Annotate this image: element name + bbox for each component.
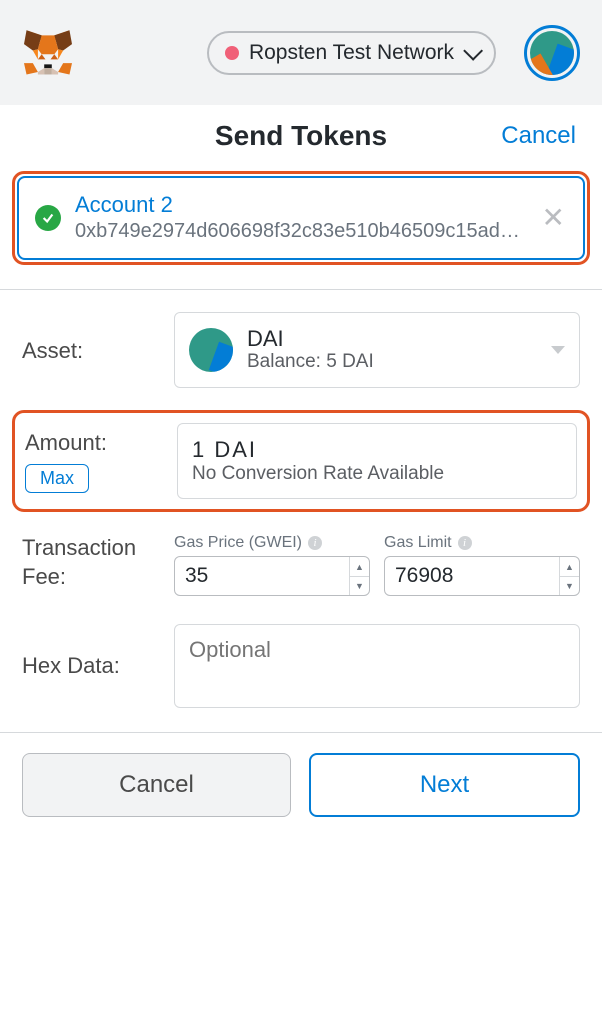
network-selector[interactable]: Ropsten Test Network (207, 31, 496, 75)
amount-value: 1 DAI (192, 437, 562, 463)
recipient-address: 0xb749e2974d606698f32c83e510b46509c15add… (75, 218, 524, 244)
top-header: Ropsten Test Network (0, 0, 602, 105)
gas-limit-input[interactable]: 76908 ▲ ▼ (384, 556, 580, 596)
next-button[interactable]: Next (309, 753, 580, 817)
fee-label: Transaction Fee: (22, 534, 174, 596)
stepper-down-icon[interactable]: ▼ (560, 577, 579, 596)
send-form: Asset: DAI Balance: 5 DAI Amount: Max 1 … (0, 290, 602, 708)
chevron-down-icon (463, 40, 483, 60)
stepper-down-icon[interactable]: ▼ (350, 577, 369, 596)
gas-price-value: 35 (175, 557, 349, 595)
account-avatar-button[interactable] (524, 25, 580, 81)
gas-limit-label: Gas Limit (384, 534, 452, 552)
fee-row: Transaction Fee: Gas Price (GWEI) i 35 ▲… (22, 534, 580, 596)
token-icon (189, 328, 233, 372)
asset-label: Asset: (22, 337, 174, 365)
caret-down-icon (551, 346, 565, 354)
cancel-button[interactable]: Cancel (22, 753, 291, 817)
gas-limit-field: Gas Limit i 76908 ▲ ▼ (384, 534, 580, 596)
gas-limit-value: 76908 (385, 557, 559, 595)
identicon (530, 31, 574, 75)
hex-row: Hex Data: (22, 624, 580, 708)
network-status-dot (225, 46, 239, 60)
stepper-up-icon[interactable]: ▲ (560, 557, 579, 577)
asset-symbol: DAI (247, 327, 374, 351)
recipient-name: Account 2 (75, 192, 524, 218)
amount-input[interactable]: 1 DAI No Conversion Rate Available (177, 423, 577, 499)
asset-row: Asset: DAI Balance: 5 DAI (22, 312, 580, 388)
amount-label: Amount: (25, 430, 177, 456)
amount-highlight: Amount: Max 1 DAI No Conversion Rate Ava… (12, 410, 590, 512)
max-button[interactable]: Max (25, 464, 89, 493)
close-icon[interactable]: ✕ (538, 200, 569, 236)
hex-input[interactable] (174, 624, 580, 708)
gas-price-label: Gas Price (GWEI) (174, 534, 302, 552)
stepper-up-icon[interactable]: ▲ (350, 557, 369, 577)
footer: Cancel Next (0, 732, 602, 837)
check-icon (35, 205, 61, 231)
info-icon[interactable]: i (458, 536, 472, 550)
recipient-highlight: Account 2 0xb749e2974d606698f32c83e510b4… (12, 171, 590, 265)
header-cancel-link[interactable]: Cancel (501, 122, 576, 150)
amount-conversion: No Conversion Rate Available (192, 463, 562, 485)
info-icon[interactable]: i (308, 536, 322, 550)
hex-label: Hex Data: (22, 653, 174, 679)
gas-price-field: Gas Price (GWEI) i 35 ▲ ▼ (174, 534, 370, 596)
recipient-card: Account 2 0xb749e2974d606698f32c83e510b4… (17, 176, 585, 260)
gas-price-input[interactable]: 35 ▲ ▼ (174, 556, 370, 596)
metamask-logo (22, 29, 74, 77)
page-title-row: Send Tokens Cancel (0, 105, 602, 167)
network-label: Ropsten Test Network (249, 41, 454, 65)
asset-picker[interactable]: DAI Balance: 5 DAI (174, 312, 580, 388)
page-title: Send Tokens (215, 120, 387, 152)
asset-balance: Balance: 5 DAI (247, 351, 374, 373)
